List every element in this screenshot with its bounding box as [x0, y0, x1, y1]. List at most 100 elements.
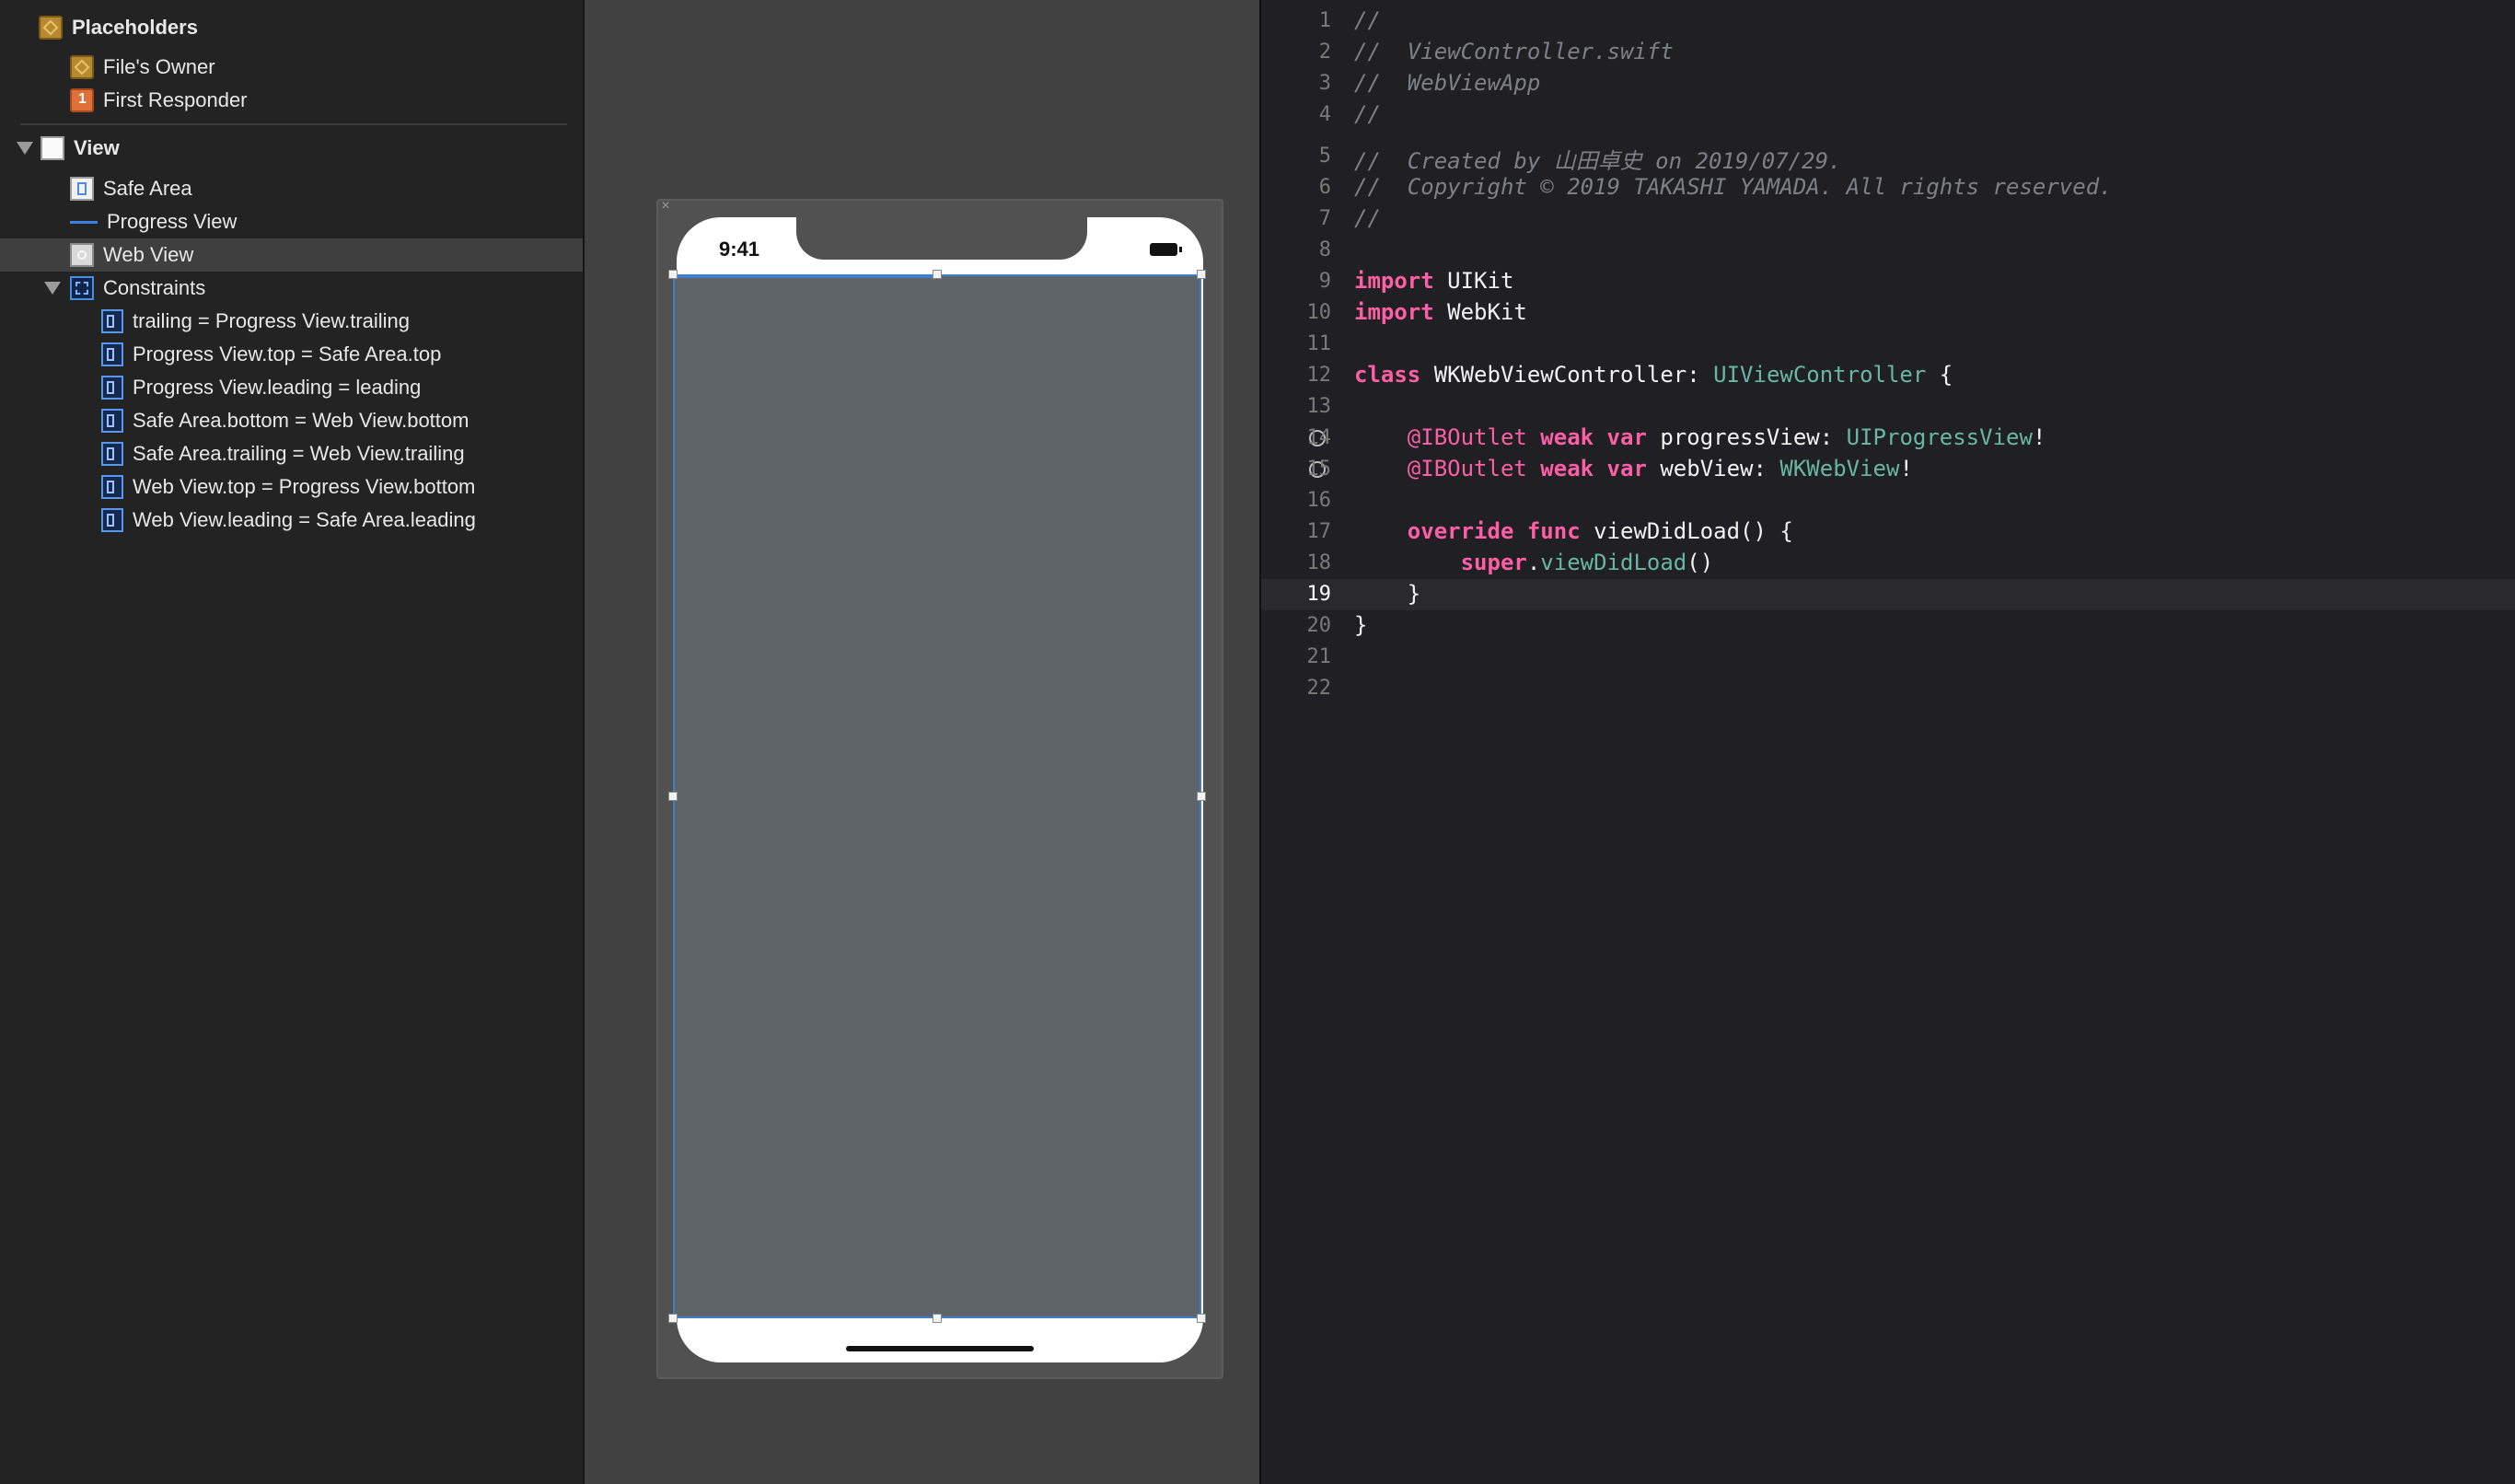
- constraints-disclosure-triangle-icon[interactable]: [44, 282, 61, 295]
- constraint-item[interactable]: Progress View.leading = leading: [101, 371, 421, 404]
- outline-label: Constraints: [103, 276, 206, 299]
- code-line-10[interactable]: import WebKit: [1354, 299, 1527, 325]
- code-line-5[interactable]: // Created by 山田卓史 on 2019/07/29.: [1354, 143, 1841, 175]
- interface-builder-canvas[interactable]: × 9:41: [585, 0, 1259, 1484]
- constraint-icon: [101, 309, 123, 333]
- current-line-highlight: [1261, 579, 2515, 610]
- keyword: import: [1354, 299, 1434, 325]
- class-name: WKWebViewController:: [1420, 362, 1714, 388]
- outline-safe-area[interactable]: Safe Area: [70, 172, 192, 205]
- constraint-item[interactable]: Safe Area.trailing = Web View.trailing: [101, 437, 465, 470]
- line-number: 22: [1306, 677, 1332, 700]
- outline-view[interactable]: View: [41, 132, 120, 165]
- code-line-7[interactable]: //: [1354, 205, 1381, 231]
- line-number: 16: [1306, 489, 1332, 512]
- code-line-14[interactable]: @IBOutlet weak var progressView: UIProgr…: [1354, 424, 2046, 450]
- outline-label: First Responder: [103, 88, 248, 111]
- code-text: !: [2032, 424, 2046, 450]
- home-indicator: [846, 1346, 1034, 1351]
- resize-handle-bottom-right[interactable]: [1197, 1314, 1206, 1323]
- line-number: 4: [1318, 103, 1331, 126]
- code-line-2[interactable]: // ViewController.swift: [1354, 39, 1674, 64]
- resize-handle-top-left[interactable]: [668, 270, 678, 279]
- outline-placeholders[interactable]: Placeholders: [39, 11, 198, 44]
- code-text: (): [1686, 550, 1714, 575]
- constraint-item[interactable]: Progress View.top = Safe Area.top: [101, 338, 441, 371]
- files-owner-cube-icon: [70, 55, 94, 79]
- line-number: 17: [1306, 520, 1332, 543]
- constraint-item[interactable]: trailing = Progress View.trailing: [101, 305, 410, 338]
- resize-handle-top[interactable]: [933, 270, 942, 279]
- line-number: 21: [1306, 645, 1332, 668]
- code-line-9[interactable]: import UIKit: [1354, 268, 1513, 294]
- code-line-19[interactable]: }: [1354, 581, 1420, 607]
- resize-handle-top-right[interactable]: [1197, 270, 1206, 279]
- keyword: super: [1460, 550, 1527, 575]
- line-number: 12: [1306, 364, 1332, 387]
- outline-label: File's Owner: [103, 55, 215, 78]
- constraint-item[interactable]: Safe Area.bottom = Web View.bottom: [101, 404, 469, 437]
- constraint-label: Progress View.leading = leading: [133, 376, 422, 399]
- constraint-label: Web View.leading = Safe Area.leading: [133, 508, 476, 531]
- code-line-20[interactable]: }: [1354, 612, 1367, 638]
- line-number: 20: [1306, 614, 1332, 637]
- line-number: 1: [1318, 9, 1331, 32]
- type-name: UIProgressView: [1846, 424, 2033, 450]
- view-disclosure-triangle-icon[interactable]: [17, 142, 33, 155]
- constraint-icon: [101, 376, 123, 400]
- constraint-item[interactable]: Web View.top = Progress View.bottom: [101, 470, 475, 504]
- constraint-icon: [101, 508, 123, 532]
- outline-constraints[interactable]: Constraints: [70, 272, 205, 305]
- keyword: class: [1354, 362, 1421, 388]
- property-name: progressView:: [1646, 424, 1847, 450]
- line-number: 5: [1318, 145, 1331, 168]
- progress-view-bar[interactable]: [675, 274, 937, 278]
- code-line-1[interactable]: //: [1354, 7, 1381, 33]
- battery-icon: [1150, 243, 1182, 256]
- line-number: 2: [1318, 41, 1331, 64]
- keyword: weak var: [1526, 424, 1647, 450]
- outline-files-owner[interactable]: File's Owner: [70, 51, 215, 84]
- constraint-label: trailing = Progress View.trailing: [133, 309, 411, 332]
- web-view-selected[interactable]: [673, 274, 1201, 1318]
- code-text: UIKit: [1433, 268, 1514, 294]
- attribute: @IBOutlet: [1407, 456, 1527, 481]
- resize-handle-left[interactable]: [668, 792, 678, 801]
- constraint-icon: [101, 475, 123, 499]
- code-line-12[interactable]: class WKWebViewController: UIViewControl…: [1354, 362, 1953, 388]
- code-line-15[interactable]: @IBOutlet weak var webView: WKWebView!: [1354, 456, 1913, 481]
- line-number: 14: [1306, 426, 1332, 449]
- resize-handle-bottom-left[interactable]: [668, 1314, 678, 1323]
- constraint-icon: [101, 442, 123, 466]
- scene-close-icon[interactable]: ×: [658, 199, 673, 214]
- resize-handle-right[interactable]: [1197, 792, 1206, 801]
- code-text: .: [1526, 550, 1541, 575]
- code-line-4[interactable]: //: [1354, 101, 1381, 127]
- placeholder-cube-icon: [39, 16, 63, 40]
- code-text: }: [1407, 581, 1421, 607]
- constraint-label: Safe Area.trailing = Web View.trailing: [133, 442, 465, 465]
- keyword: override func: [1407, 518, 1581, 544]
- attribute: @IBOutlet: [1407, 424, 1527, 450]
- outline-divider: [20, 123, 567, 125]
- code-text: !: [1899, 456, 1913, 481]
- line-number: 13: [1306, 395, 1332, 418]
- constraint-icon: [101, 342, 123, 366]
- constraint-item[interactable]: Web View.leading = Safe Area.leading: [101, 504, 476, 537]
- code-text: WebKit: [1433, 299, 1527, 325]
- line-number: 3: [1318, 72, 1331, 95]
- outline-first-responder[interactable]: First Responder: [70, 84, 248, 117]
- line-number: 7: [1318, 207, 1331, 230]
- resize-handle-bottom[interactable]: [933, 1314, 942, 1323]
- code-line-17[interactable]: override func viewDidLoad() {: [1354, 518, 1793, 544]
- outline-progress-view[interactable]: Progress View: [70, 205, 237, 238]
- outline-label: Placeholders: [72, 16, 198, 39]
- outline-label: Safe Area: [103, 177, 192, 200]
- outline-web-view[interactable]: Web View: [70, 238, 193, 272]
- code-line-18[interactable]: super.viewDidLoad(): [1354, 550, 1714, 575]
- source-editor[interactable]: // // ViewController.swift // WebViewApp…: [1259, 0, 2515, 1484]
- code-line-3[interactable]: // WebViewApp: [1354, 70, 1540, 96]
- constraint-label: Safe Area.bottom = Web View.bottom: [133, 409, 469, 432]
- constraints-icon: [70, 276, 94, 300]
- code-line-6[interactable]: // Copyright © 2019 TAKASHI YAMADA. All …: [1354, 174, 2113, 200]
